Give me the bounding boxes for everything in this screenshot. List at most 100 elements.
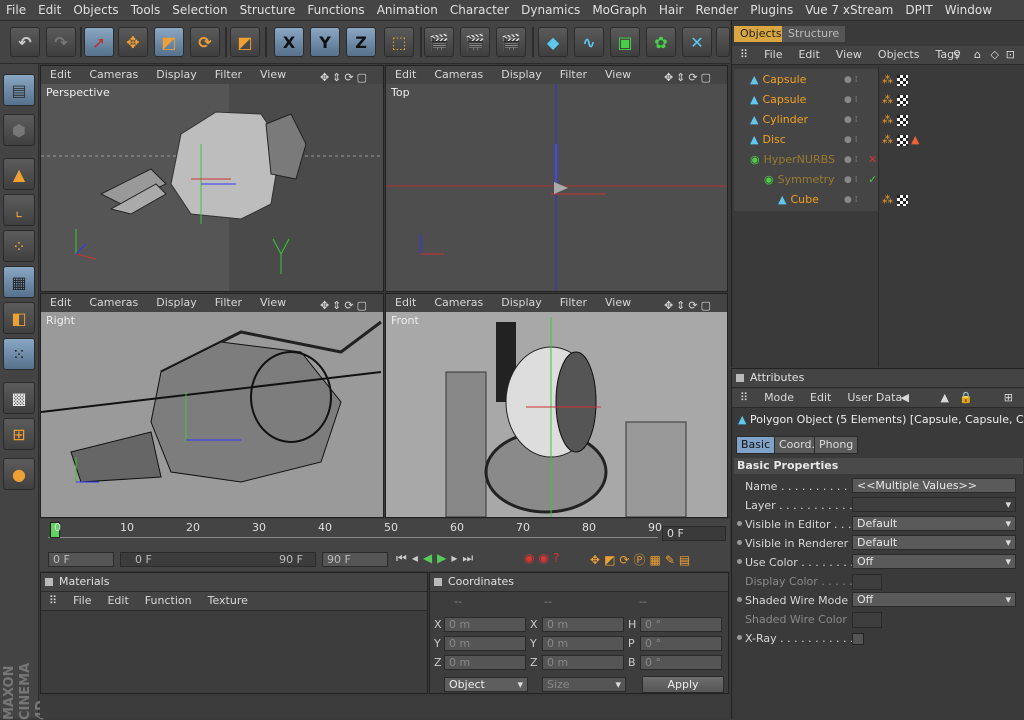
autokey-icon[interactable]: ◉ [538, 551, 552, 565]
menu-selection[interactable]: Selection [166, 0, 233, 20]
preview-range-slider[interactable]: 0 F 90 F [120, 552, 316, 567]
back-arrow-icon[interactable]: ◀ [893, 389, 917, 407]
texture-tag-icon[interactable] [896, 194, 908, 206]
coord-value-field[interactable]: 0 m [444, 655, 526, 670]
make-editable-button[interactable]: ⬢ [3, 114, 35, 146]
edges-mode-button[interactable]: ▦ [3, 266, 35, 298]
animation-dot[interactable] [737, 559, 742, 564]
viewport-front[interactable]: Edit Cameras Display Filter View ✥⇕⟳▢ Front [385, 293, 728, 518]
scheme-icon[interactable]: ✎ [665, 553, 679, 567]
viewport-menu-edit[interactable]: Edit [386, 66, 425, 84]
materials-menu-texture[interactable]: Texture [200, 592, 256, 610]
rotate-tool-button[interactable]: ⟳ [190, 27, 220, 57]
coord-value-field[interactable]: 0 m [444, 636, 526, 651]
animation-dot[interactable] [737, 597, 742, 602]
phong-tag-icon[interactable]: ⁂ [882, 73, 893, 86]
warning-tag-icon[interactable]: ▲ [911, 133, 919, 146]
menu-dynamics[interactable]: Dynamics [515, 0, 586, 20]
undo-button[interactable]: ↶ [10, 27, 40, 57]
menu-render[interactable]: Render [689, 0, 744, 20]
animation-dot[interactable] [737, 540, 742, 545]
objects-menu-view[interactable]: View [828, 46, 870, 64]
start-frame-field[interactable]: 0 F [48, 552, 114, 567]
viewport-perspective[interactable]: Edit Cameras Display Filter View ✥⇕⟳▢ Perspe… [40, 65, 384, 292]
viewport-menu-view[interactable]: View [596, 66, 640, 84]
key-type-controls[interactable]: ✥◩⟳Ⓟ▦✎▤ [590, 551, 694, 568]
tab-objects[interactable]: Objects [734, 26, 788, 42]
animation-dot[interactable] [737, 635, 742, 640]
attr-value-field[interactable]: Default [852, 516, 1016, 531]
record-key-icon[interactable]: ◉ [524, 551, 538, 565]
viewport-menu-edit[interactable]: Edit [386, 294, 425, 312]
viewport-menu-filter[interactable]: Filter [206, 66, 251, 84]
coord-value-field[interactable]: 0 m [542, 655, 624, 670]
render-picture-viewer-button[interactable]: 🎬 [460, 27, 490, 57]
visibility-dots[interactable]: ● ⁞ [844, 75, 858, 85]
viewport-menu-view[interactable]: View [596, 294, 640, 312]
go-to-start-icon[interactable]: ⏮ [396, 551, 412, 565]
attr-value-field[interactable]: Off [852, 554, 1016, 569]
y-axis-button[interactable]: Y [310, 27, 340, 57]
end-frame-field[interactable]: 90 F [322, 552, 388, 567]
object-tags[interactable]: ⁂ [882, 193, 908, 206]
polygons-mode-button[interactable]: ◧ [3, 302, 35, 334]
texture-tag-icon[interactable] [896, 134, 908, 146]
coord-value-field[interactable]: 0 ° [640, 636, 722, 651]
timeline-track[interactable] [48, 523, 658, 538]
menu-vue-7-xstream[interactable]: Vue 7 xStream [799, 0, 899, 20]
coord-value-field[interactable]: 0 ° [640, 617, 722, 632]
viewport-menu-display[interactable]: Display [492, 66, 551, 84]
array-button[interactable]: ✿ [646, 27, 676, 57]
color-swatch[interactable] [852, 574, 882, 590]
materials-menu-file[interactable]: File [65, 592, 99, 610]
viewport-menu-display[interactable]: Display [147, 66, 206, 84]
texture-tag-icon[interactable] [896, 74, 908, 86]
viewport-menu-view[interactable]: View [251, 294, 295, 312]
disabled-icon[interactable]: ✕ [868, 153, 877, 166]
uv-mode-button[interactable]: ⁙ [3, 338, 35, 370]
menu-functions[interactable]: Functions [301, 0, 370, 20]
viewport-menu-display[interactable]: Display [147, 294, 206, 312]
xray-checkbox[interactable] [852, 633, 864, 645]
scene-button[interactable] [716, 27, 730, 57]
viewport-menu-filter[interactable]: Filter [551, 66, 596, 84]
object-tags[interactable]: ⁂ ▲ [882, 133, 919, 146]
materials-menu-edit[interactable]: Edit [99, 592, 136, 610]
nurbs-button[interactable]: ▣ [610, 27, 640, 57]
current-frame-field[interactable]: 0 F [662, 526, 726, 541]
lock-icon[interactable]: 🔒 [951, 389, 981, 407]
menu-mograph[interactable]: MoGraph [586, 0, 653, 20]
object-tags[interactable]: ⁂ [882, 93, 908, 106]
viewport-canvas[interactable]: Right [41, 312, 383, 517]
menu-tools[interactable]: Tools [125, 0, 167, 20]
viewport-menu-filter[interactable]: Filter [206, 294, 251, 312]
menu-plugins[interactable]: Plugins [744, 0, 799, 20]
phong-tag-icon[interactable]: ⁂ [882, 113, 893, 126]
texture-tag-icon[interactable] [896, 114, 908, 126]
attr-value-field[interactable] [852, 497, 1016, 512]
menu-window[interactable]: Window [939, 0, 998, 20]
playback-controls[interactable]: ⏮◂◀▶▸⏭ [396, 551, 478, 566]
texture-mode-button[interactable]: ▩ [3, 382, 35, 414]
rotation-key-icon[interactable]: ⟳ [619, 553, 633, 567]
redo-button[interactable]: ↷ [46, 27, 76, 57]
scale-tool-button[interactable]: ◩ [154, 27, 184, 57]
live-selection-button[interactable]: ➚ [84, 27, 114, 57]
visibility-dots[interactable]: ● ⁞ [844, 95, 858, 105]
menu-objects[interactable]: Objects [67, 0, 124, 20]
visibility-dots[interactable]: ● ⁞ [844, 135, 858, 145]
viewport-canvas[interactable]: Perspective [41, 84, 383, 291]
timeline-ruler[interactable]: 0 10 20 30 40 50 60 70 80 90 0 F [40, 519, 730, 549]
viewport-top[interactable]: Edit Cameras Display Filter View ✥⇕⟳▢ Top [385, 65, 728, 292]
texture-tag-icon[interactable] [896, 94, 908, 106]
z-axis-button[interactable]: Z [346, 27, 376, 57]
objects-menu-file[interactable]: File [756, 46, 790, 64]
play-forward-icon[interactable]: ▶ [437, 551, 451, 565]
viewport-canvas[interactable]: Top [386, 84, 727, 291]
position-key-icon[interactable]: ✥ [590, 553, 604, 567]
spline-button[interactable]: ∿ [574, 27, 604, 57]
visibility-dots[interactable]: ● ⁞ [844, 195, 858, 205]
apply-button[interactable]: Apply [642, 676, 724, 693]
coord-value-field[interactable]: 0 m [542, 636, 624, 651]
viewport-menu-edit[interactable]: Edit [41, 294, 80, 312]
